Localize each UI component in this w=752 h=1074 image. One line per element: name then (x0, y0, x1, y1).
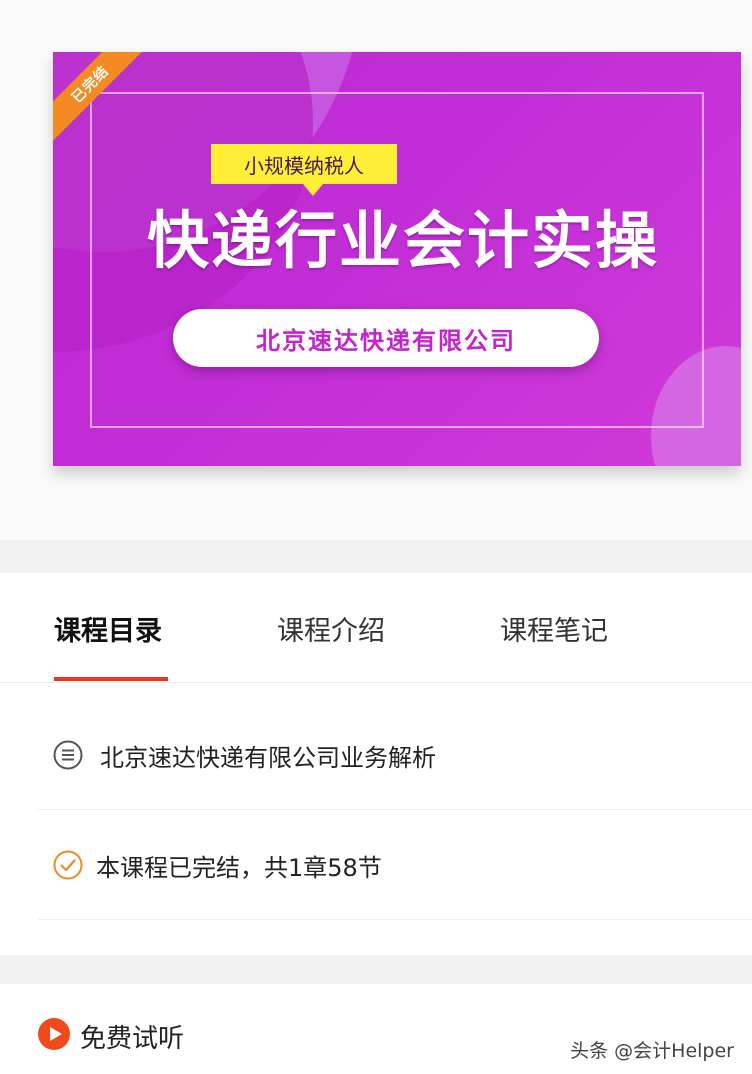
free-listen-section: 免费试听 头条 @会计Helper (0, 984, 752, 1074)
list-item: 本课程已完结，共1章58节 (0, 810, 752, 920)
active-tab-indicator (54, 677, 168, 681)
banner-title: 快递行业会计实操 (146, 204, 659, 277)
free-listen-button[interactable]: 免费试听 (80, 1018, 184, 1055)
check-circle-icon (53, 850, 83, 880)
list-item[interactable]: 北京速达快递有限公司业务解析 (0, 700, 752, 810)
business-analysis-label: 北京速达快递有限公司业务解析 (100, 744, 436, 772)
course-status-label: 本课程已完结，共1章58节 (96, 854, 382, 882)
banner-section: 已完结 小规模纳税人 快递行业会计实操 北京速达快递有限公司 (0, 0, 752, 540)
tab-notes[interactable]: 课程笔记 (500, 609, 608, 648)
section-divider (0, 955, 752, 984)
company-pill: 北京速达快递有限公司 (173, 309, 599, 367)
course-tabs: 课程目录 课程介绍 课程笔记 (0, 573, 752, 683)
course-banner[interactable]: 已完结 小规模纳税人 快递行业会计实操 北京速达快递有限公司 (53, 52, 741, 466)
section-divider (0, 540, 752, 573)
divider (38, 919, 752, 920)
list-icon (53, 740, 83, 770)
play-icon[interactable] (37, 1017, 71, 1051)
watermark: 头条 @会计Helper (570, 1040, 734, 1062)
banner-tag: 小规模纳税人 (211, 144, 397, 196)
tab-catalog[interactable]: 课程目录 (54, 609, 162, 648)
tab-introduction[interactable]: 课程介绍 (277, 609, 385, 648)
